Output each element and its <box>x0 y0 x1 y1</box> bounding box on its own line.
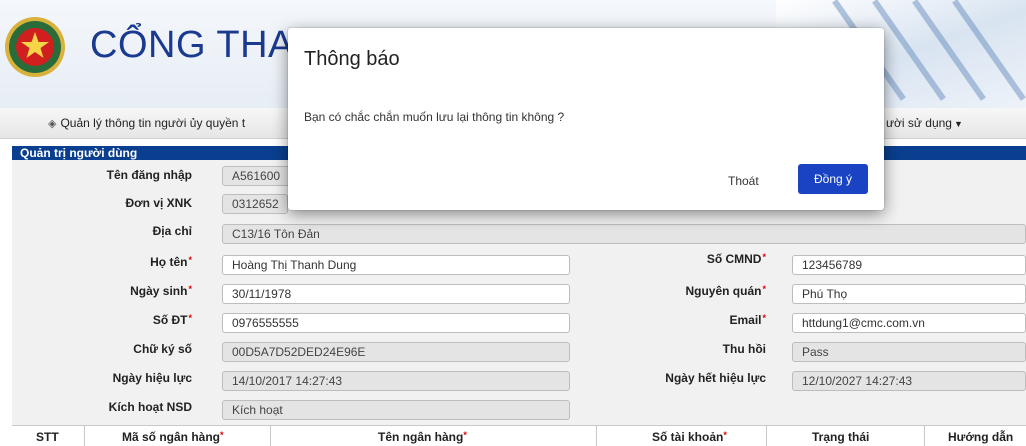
birthdate-input[interactable]: 30/11/1978 <box>222 284 570 304</box>
confirm-dialog: Thông báo Bạn có chắc chắn muốn lưu lại … <box>288 28 884 210</box>
dialog-title: Thông báo <box>304 48 400 70</box>
cmnd-input[interactable]: 123456789 <box>792 255 1026 275</box>
exit-button[interactable]: Thoát <box>728 174 759 188</box>
effective-date-label: Ngày hiệu lực <box>112 371 192 385</box>
chevron-down-icon: ▼ <box>953 119 963 129</box>
column-header-status: Trạng thái <box>812 430 870 444</box>
column-header-bank-code: Mã số ngân hàng* <box>122 430 224 444</box>
signature-label: Chữ ký số <box>133 342 192 356</box>
nav-item-users-dropdown[interactable]: ười sử dụng ▼ <box>886 116 963 130</box>
hometown-input[interactable]: Phú Thọ <box>792 284 1026 304</box>
nav-item-label: Quản lý thông tin người ủy quyền t <box>60 116 246 130</box>
username-label: Tên đăng nhập <box>106 168 192 182</box>
phone-label: Số ĐT* <box>152 313 192 327</box>
expiry-date-label: Ngày hết hiệu lực <box>665 371 766 385</box>
activate-field: Kích hoạt <box>222 400 570 420</box>
address-label: Địa chỉ <box>152 224 192 238</box>
nav-item-authorized-person[interactable]: ◈ Quản lý thông tin người ủy quyền t <box>48 116 245 130</box>
customs-emblem-logo <box>5 17 65 77</box>
column-header-guide: Hướng dẫn <box>948 430 1014 444</box>
dialog-message: Bạn có chắc chắn muốn lưu lại thông tin … <box>304 110 565 124</box>
cmnd-label: Số CMND* <box>706 252 766 266</box>
revoke-label: Thu hồi <box>722 342 766 356</box>
email-label: Email* <box>729 313 766 327</box>
fullname-input[interactable]: Hoàng Thị Thanh Dung <box>222 255 570 275</box>
expiry-date-field: 12/10/2027 14:27:43 <box>792 371 1026 391</box>
hometown-label: Nguyên quán* <box>685 284 766 298</box>
address-field: C13/16 Tôn Đản <box>222 224 1026 244</box>
agree-button[interactable]: Đồng ý <box>798 164 868 194</box>
fullname-label: Họ tên* <box>150 255 192 269</box>
signature-field: 00D5A7D52DED24E96E <box>222 342 570 362</box>
activate-label: Kích hoạt NSD <box>108 400 192 414</box>
birthdate-label: Ngày sinh* <box>130 284 192 298</box>
unit-label: Đơn vị XNK <box>125 196 192 210</box>
email-input[interactable]: httdung1@cmc.com.vn <box>792 313 1026 333</box>
column-header-stt: STT <box>36 430 59 444</box>
column-header-bank-name: Tên ngân hàng* <box>378 430 467 444</box>
unit-code-field: 0312652 <box>222 194 288 214</box>
diamond-icon: ◈ <box>48 118 57 130</box>
bank-table-header: STT Mã số ngân hàng* Tên ngân hàng* Số t… <box>12 425 1026 446</box>
revoke-field: Pass <box>792 342 1026 362</box>
column-header-account-number: Số tài khoản* <box>652 430 727 444</box>
phone-input[interactable]: 0976555555 <box>222 313 570 333</box>
nav-item-label: ười sử dụng <box>886 116 952 130</box>
effective-date-field: 14/10/2017 14:27:43 <box>222 371 570 391</box>
